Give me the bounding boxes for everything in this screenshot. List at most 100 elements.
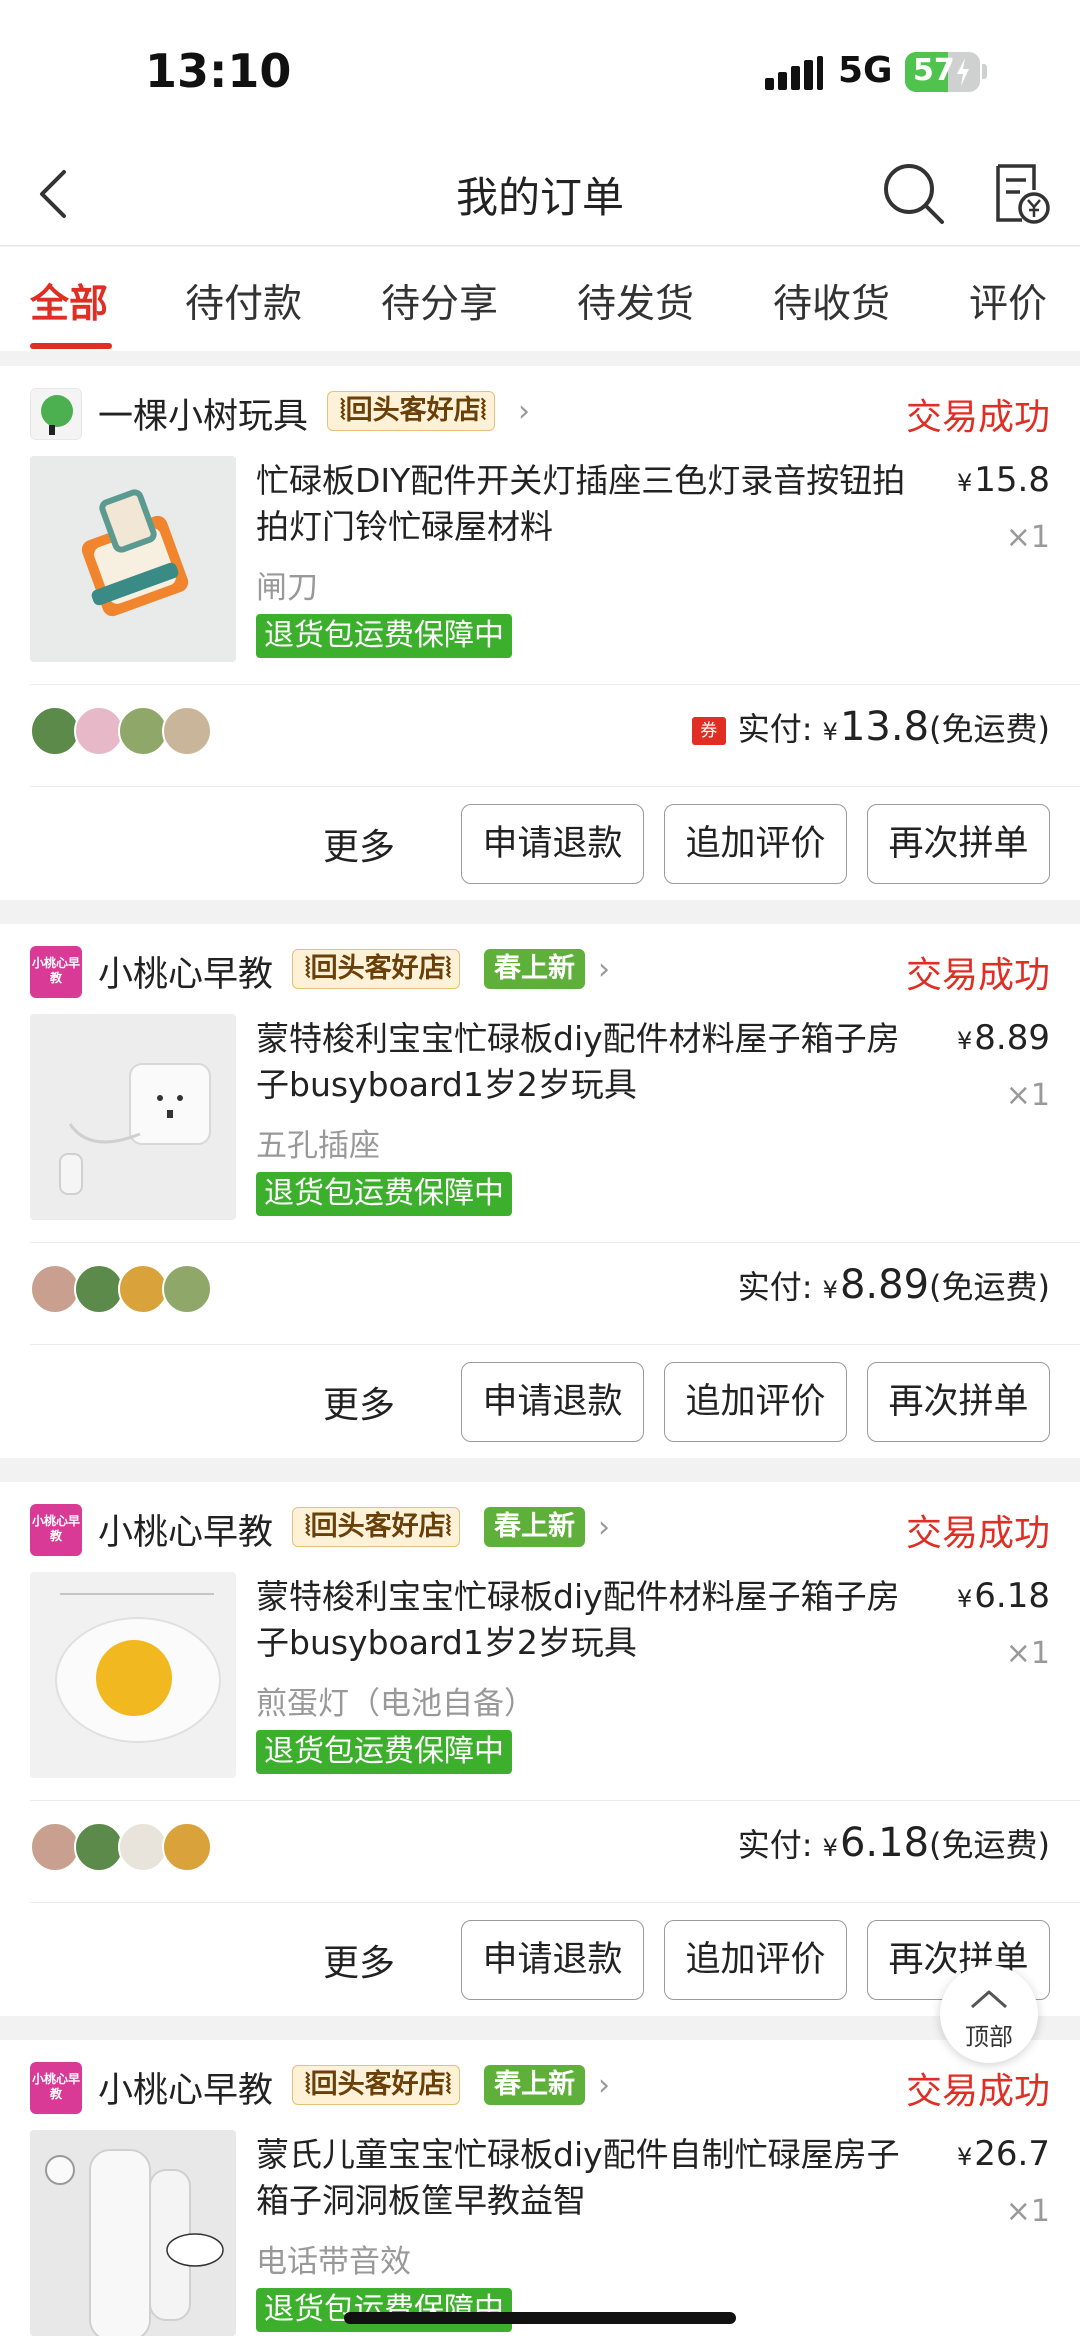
shop-name[interactable]: 小桃心早教 [98,1504,273,1555]
fried-egg-lamp-image [30,1572,236,1778]
currency-symbol: ¥ [822,718,838,746]
socket-image [30,1014,236,1220]
divider [30,684,1080,685]
return-shipping-guarantee-tag: 退货包运费保障中 [256,1730,512,1774]
price-value: 8.89 [974,1018,1050,1058]
returning-customer-badge: ⦚回头客好店⦚ [327,391,496,431]
battery-level: 57 [913,53,955,88]
paid-label: 实付: [737,1268,813,1306]
currency-symbol: ¥ [822,1834,838,1862]
tree-logo-icon [41,395,73,435]
order-status: 交易成功 [905,397,1050,438]
search-icon[interactable] [880,160,946,226]
shop-row[interactable]: 小桃心早教 小桃心早教 ⦚回头客好店⦚ 春上新 › 交易成功 [0,1482,1080,1572]
tab-review[interactable]: 评价 [969,273,1047,329]
product-image[interactable] [30,456,236,662]
product-title[interactable]: 蒙特梭利宝宝忙碌板diy配件材料屋子箱子房子busyboard1岁2岁玩具 [256,1016,926,1108]
group-member-avatars [30,1822,230,1872]
buy-again-button[interactable]: 再次拼单 [867,1362,1050,1442]
shop-logo: 小桃心早教 [30,946,82,998]
product-title[interactable]: 蒙特梭利宝宝忙碌板diy配件材料屋子箱子房子busyboard1岁2岁玩具 [256,1574,926,1666]
add-review-button[interactable]: 追加评价 [664,1920,847,2000]
request-refund-button[interactable]: 申请退款 [461,1362,644,1442]
tab-pending-payment[interactable]: 待付款 [185,273,302,329]
shop-name[interactable]: 一棵小树玩具 [98,388,308,439]
home-indicator[interactable] [344,2312,736,2324]
currency-symbol: ¥ [957,469,973,497]
active-tab-indicator [30,343,112,349]
chevron-right-icon[interactable]: › [598,952,610,987]
order-tabs: 全部 待付款 待分享 待发货 待收货 评价 [0,247,1080,351]
nav-bar: 我的订单 [0,140,1080,246]
chevron-right-icon[interactable]: › [598,2068,610,2103]
payment-summary: 券实付: ¥13.8(免运费) [691,704,1050,750]
bill-icon[interactable] [992,160,1050,226]
add-review-button[interactable]: 追加评价 [664,804,847,884]
chevron-right-icon[interactable]: › [598,1510,610,1545]
more-button[interactable]: 更多 [323,1376,395,1428]
more-button[interactable]: 更多 [323,1934,395,1986]
product-price: ¥8.89 [957,1018,1050,1058]
product-price: ¥26.7 [957,2134,1050,2174]
shop-logo [30,388,82,440]
product-image[interactable] [30,1014,236,1220]
more-button[interactable]: 更多 [323,818,395,870]
avatar [118,1264,168,1314]
back-to-top-button[interactable]: 顶部 [940,1965,1038,2063]
charging-bolt-icon [957,58,969,86]
order-status: 交易成功 [905,2071,1050,2112]
tab-pending-receipt[interactable]: 待收货 [773,273,890,329]
price-value: 15.8 [974,460,1050,500]
avatar [30,706,80,756]
spring-new-badge: 春上新 [484,1507,585,1547]
tab-pending-shipment[interactable]: 待发货 [577,273,694,329]
product-image[interactable] [30,1572,236,1778]
order-card[interactable]: 一棵小树玩具 ⦚回头客好店⦚ › 交易成功 忙碌板DIY配件开关灯插座三色灯录音… [0,366,1080,900]
divider [30,1344,1080,1345]
order-card[interactable]: 小桃心早教 小桃心早教 ⦚回头客好店⦚ 春上新 › 交易成功 蒙特梭利宝宝忙碌板… [0,924,1080,1458]
product-price: ¥15.8 [957,460,1050,500]
product-title[interactable]: 忙碌板DIY配件开关灯插座三色灯录音按钮拍拍灯门铃忙碌屋材料 [256,458,926,550]
product-image[interactable] [30,2130,236,2336]
avatar [74,1822,124,1872]
spring-new-badge: 春上新 [484,949,585,989]
group-member-avatars [30,1264,230,1314]
currency-symbol: ¥ [822,1276,838,1304]
group-member-avatars [30,706,230,756]
cellular-signal-icon [765,56,825,90]
payment-summary: 实付: ¥8.89(免运费) [738,1262,1050,1308]
avatar [162,706,212,756]
shop-name[interactable]: 小桃心早教 [98,946,273,997]
product-title[interactable]: 蒙氏儿童宝宝忙碌板diy配件自制忙碌屋房子箱子洞洞板筐早教益智 [256,2132,926,2224]
tab-pending-share[interactable]: 待分享 [381,273,498,329]
avatar [30,1264,80,1314]
product-spec: 闸刀 [256,570,318,606]
buy-again-button[interactable]: 再次拼单 [867,804,1050,884]
shipping-note: (免运费) [929,1826,1050,1864]
tab-all[interactable]: 全部 [30,273,108,329]
returning-customer-badge: ⦚回头客好店⦚ [292,1507,461,1547]
shop-row[interactable]: 小桃心早教 小桃心早教 ⦚回头客好店⦚ 春上新 › 交易成功 [0,2040,1080,2130]
shop-name[interactable]: 小桃心早教 [98,2062,273,2113]
product-spec: 电话带音效 [256,2244,411,2280]
order-status: 交易成功 [905,955,1050,996]
paid-amount: 8.89 [839,1262,930,1308]
add-review-button[interactable]: 追加评价 [664,1362,847,1442]
order-card[interactable]: 小桃心早教 小桃心早教 ⦚回头客好店⦚ 春上新 › 交易成功 蒙氏儿童宝宝忙碌板… [0,2040,1080,2341]
avatar [118,1822,168,1872]
request-refund-button[interactable]: 申请退款 [461,1920,644,2000]
shop-row[interactable]: 小桃心早教 小桃心早教 ⦚回头客好店⦚ 春上新 › 交易成功 [0,924,1080,1014]
avatar [118,706,168,756]
divider [30,1902,1080,1903]
paid-label: 实付: [737,710,813,748]
avatar [30,1822,80,1872]
currency-symbol: ¥ [957,2143,973,2171]
request-refund-button[interactable]: 申请退款 [461,804,644,884]
order-card[interactable]: 小桃心早教 小桃心早教 ⦚回头客好店⦚ 春上新 › 交易成功 蒙特梭利宝宝忙碌板… [0,1482,1080,2016]
shop-logo: 小桃心早教 [30,2062,82,2114]
chevron-right-icon[interactable]: › [518,394,530,429]
shop-row[interactable]: 一棵小树玩具 ⦚回头客好店⦚ › 交易成功 [0,366,1080,456]
product-price: ¥6.18 [957,1576,1050,1616]
status-time: 13:10 [145,44,292,98]
avatar [74,706,124,756]
